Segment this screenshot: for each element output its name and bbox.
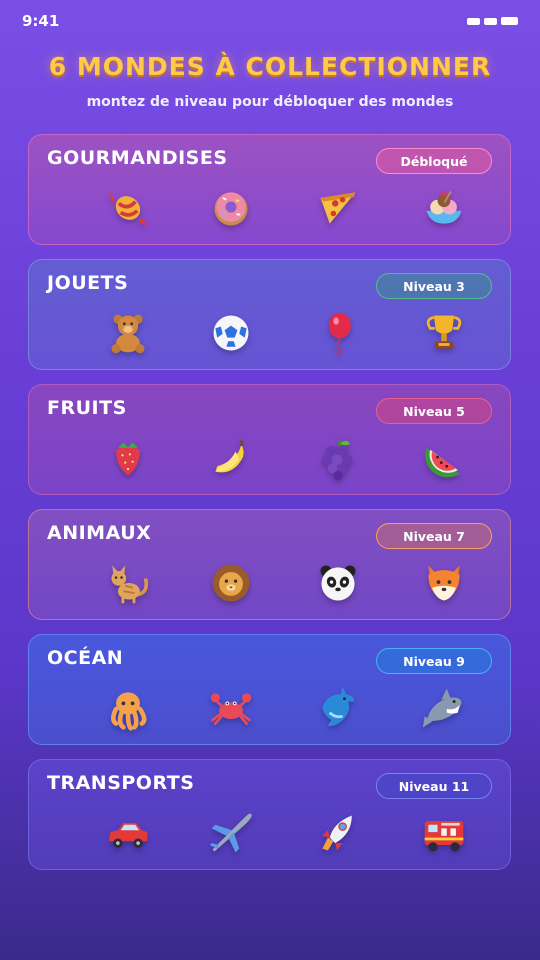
battery-icon xyxy=(501,17,518,25)
donut-icon xyxy=(206,183,256,233)
world-card-gourmandises[interactable]: GOURMANDISES Débloqué xyxy=(28,134,511,245)
pizza-slice-icon xyxy=(313,183,363,233)
world-badge-level: Niveau 9 xyxy=(376,648,492,674)
system-icons xyxy=(467,17,518,25)
page-subtitle: montez de niveau pour débloquer des mond… xyxy=(86,94,454,110)
world-badge-unlocked: Débloqué xyxy=(376,148,492,174)
strawberry-icon xyxy=(103,433,153,483)
world-card-ocean[interactable]: OCÉAN Niveau 9 xyxy=(28,634,511,745)
world-card-jouets[interactable]: JOUETS Niveau 3 xyxy=(28,259,511,370)
world-badge-level: Niveau 11 xyxy=(376,773,492,799)
wifi-icon xyxy=(484,17,497,25)
world-card-transports[interactable]: TRANSPORTS Niveau 11 xyxy=(28,759,511,870)
cat-icon xyxy=(103,558,153,608)
ice-cream-bowl-icon xyxy=(419,183,469,233)
world-title: OCÉAN xyxy=(47,647,124,669)
status-time: 9:41 xyxy=(22,12,60,30)
signal-icon xyxy=(467,17,480,25)
world-badge-level: Niveau 3 xyxy=(376,273,492,299)
dolphin-icon xyxy=(313,683,363,733)
world-card-fruits[interactable]: FRUITS Niveau 5 xyxy=(28,384,511,495)
grapes-icon xyxy=(313,433,363,483)
fox-icon xyxy=(419,558,469,608)
crab-icon xyxy=(206,683,256,733)
world-title: ANIMAUX xyxy=(47,522,152,544)
rocket-icon xyxy=(313,808,363,858)
world-title: FRUITS xyxy=(47,397,127,419)
world-card-animaux[interactable]: ANIMAUX Niveau 7 xyxy=(28,509,511,620)
watermelon-icon xyxy=(419,433,469,483)
soccer-ball-icon xyxy=(206,308,256,358)
shark-icon xyxy=(419,683,469,733)
trophy-icon xyxy=(419,308,469,358)
octopus-icon xyxy=(103,683,153,733)
world-badge-level: Niveau 5 xyxy=(376,398,492,424)
airplane-icon xyxy=(206,808,256,858)
candy-icon xyxy=(103,183,153,233)
panda-icon xyxy=(313,558,363,608)
fire-truck-icon xyxy=(419,808,469,858)
page-title: 6 MONDES À COLLECTIONNER xyxy=(48,52,492,81)
banana-icon xyxy=(206,433,256,483)
world-title: GOURMANDISES xyxy=(47,147,228,169)
balloon-icon xyxy=(313,308,363,358)
car-icon xyxy=(103,808,153,858)
world-badge-level: Niveau 7 xyxy=(376,523,492,549)
status-bar: 9:41 xyxy=(0,0,540,44)
teddy-bear-icon xyxy=(103,308,153,358)
world-title: JOUETS xyxy=(47,272,129,294)
lion-icon xyxy=(206,558,256,608)
world-title: TRANSPORTS xyxy=(47,772,195,794)
